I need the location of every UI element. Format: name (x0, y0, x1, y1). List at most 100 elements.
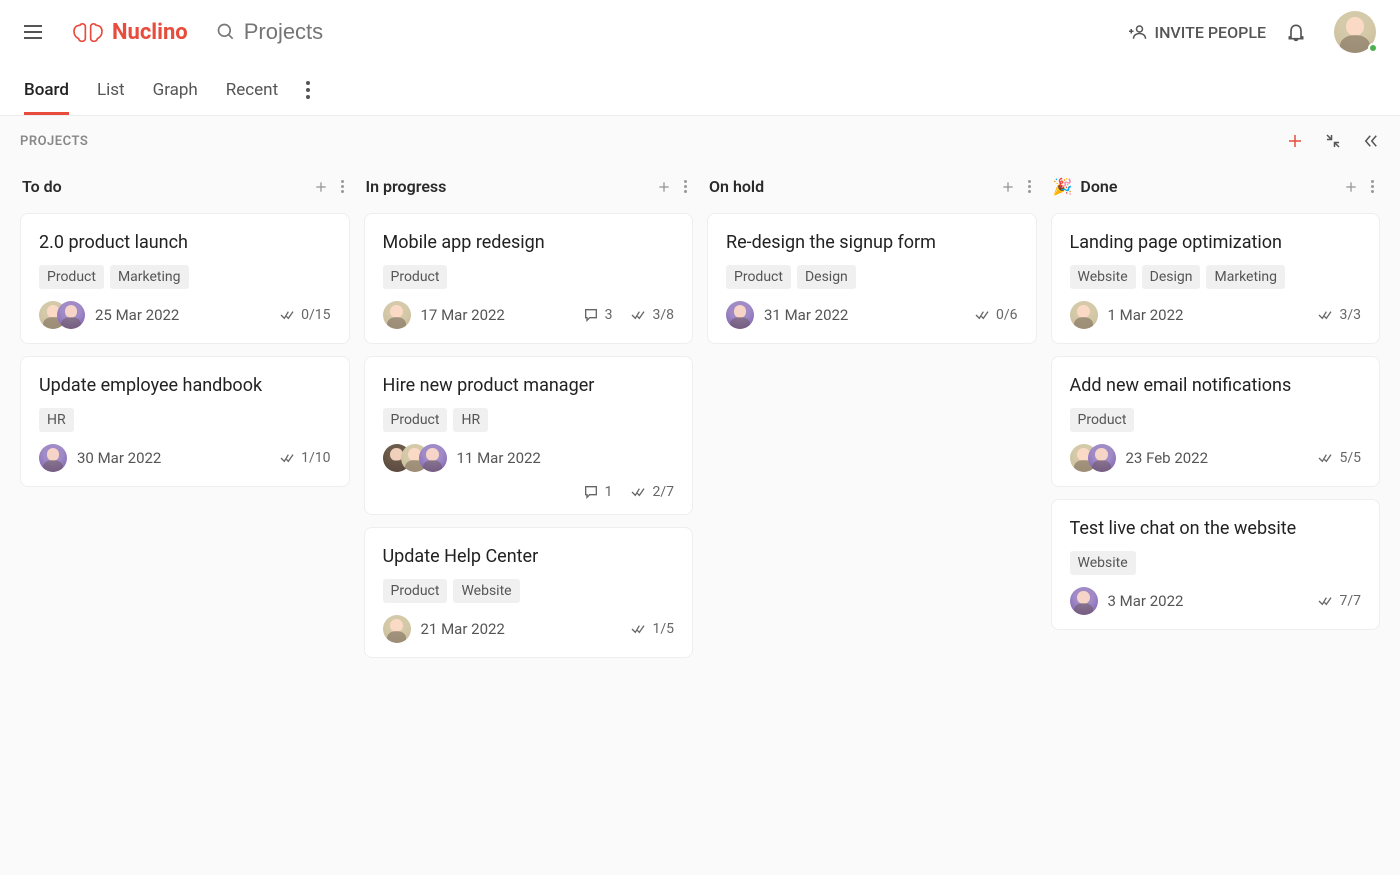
add-card-icon[interactable] (656, 179, 672, 195)
add-card-button[interactable] (1286, 132, 1304, 150)
card-tags: ProductHR (383, 408, 675, 432)
tag[interactable]: Product (383, 408, 448, 432)
menu-toggle[interactable] (24, 20, 48, 44)
board-toolbar: PROJECTS (0, 116, 1400, 158)
checklist-icon (279, 307, 295, 323)
user-avatar[interactable] (1334, 11, 1376, 53)
avatar[interactable] (383, 615, 411, 643)
card-date: 11 Mar 2022 (457, 449, 541, 467)
card-tags: HR (39, 408, 331, 432)
card[interactable]: Update employee handbookHR30 Mar 20221/1… (20, 356, 350, 487)
tabs-more[interactable] (306, 81, 310, 99)
avatar[interactable] (1088, 444, 1116, 472)
card[interactable]: 2.0 product launchProductMarketing25 Mar… (20, 213, 350, 344)
card-tags: WebsiteDesignMarketing (1070, 265, 1362, 289)
comments-count[interactable]: 3 (583, 307, 613, 323)
search[interactable] (216, 19, 464, 45)
tag[interactable]: Marketing (110, 265, 189, 289)
tag[interactable]: Product (383, 579, 448, 603)
avatar[interactable] (419, 444, 447, 472)
column-title[interactable]: In progress (366, 177, 649, 196)
column-title[interactable]: Done (1080, 177, 1335, 196)
brand-logo[interactable]: Nuclino (72, 20, 188, 45)
avatar[interactable] (1070, 301, 1098, 329)
assignee-avatars[interactable] (1070, 587, 1098, 615)
tag[interactable]: Website (1070, 265, 1136, 289)
column-header: 🎉Done (1051, 172, 1381, 201)
card[interactable]: Update Help CenterProductWebsite21 Mar 2… (364, 527, 694, 658)
tab-graph[interactable]: Graph (153, 64, 198, 115)
tag[interactable]: Product (1070, 408, 1135, 432)
card[interactable]: Test live chat on the websiteWebsite3 Ma… (1051, 499, 1381, 630)
avatar[interactable] (57, 301, 85, 329)
notifications-icon[interactable] (1286, 22, 1306, 42)
assignee-avatars[interactable] (383, 301, 411, 329)
tag[interactable]: Website (453, 579, 519, 603)
card[interactable]: Hire new product managerProductHR11 Mar … (364, 356, 694, 515)
assignee-avatars[interactable] (726, 301, 754, 329)
card-meta-right: 0/6 (974, 307, 1018, 323)
card[interactable]: Mobile app redesignProduct17 Mar 202233/… (364, 213, 694, 344)
column-more-icon[interactable] (680, 176, 691, 197)
card-meta: 23 Feb 20225/5 (1070, 444, 1362, 472)
avatar[interactable] (1070, 587, 1098, 615)
checklist-icon (630, 484, 646, 500)
breadcrumb[interactable]: PROJECTS (20, 134, 88, 149)
invite-people[interactable]: INVITE PEOPLE (1129, 23, 1266, 42)
checklist-progress[interactable]: 0/6 (974, 307, 1018, 323)
checklist-progress[interactable]: 5/5 (1317, 450, 1361, 466)
checklist-progress[interactable]: 3/8 (630, 307, 674, 323)
assignee-avatars[interactable] (39, 444, 67, 472)
tag[interactable]: HR (39, 408, 74, 432)
card-date: 31 Mar 2022 (764, 306, 848, 324)
tag[interactable]: HR (453, 408, 488, 432)
tag[interactable]: Product (39, 265, 104, 289)
checklist-progress[interactable]: 1/5 (630, 621, 674, 637)
avatar[interactable] (383, 301, 411, 329)
tag[interactable]: Design (1142, 265, 1201, 289)
checklist-progress[interactable]: 7/7 (1317, 593, 1361, 609)
brand-name: Nuclino (112, 20, 188, 45)
tab-recent[interactable]: Recent (226, 64, 278, 115)
tag[interactable]: Product (383, 265, 448, 289)
checklist-progress[interactable]: 2/7 (630, 484, 674, 500)
tag[interactable]: Marketing (1206, 265, 1285, 289)
card[interactable]: Add new email notificationsProduct23 Feb… (1051, 356, 1381, 487)
checklist-progress[interactable]: 3/3 (1317, 307, 1361, 323)
search-input[interactable] (244, 19, 464, 45)
checklist-progress[interactable]: 0/15 (279, 307, 330, 323)
tag[interactable]: Website (1070, 551, 1136, 575)
invite-label: INVITE PEOPLE (1155, 23, 1266, 42)
avatar[interactable] (726, 301, 754, 329)
column-more-icon[interactable] (1367, 176, 1378, 197)
assignee-avatars[interactable] (1070, 301, 1098, 329)
checklist-icon (1317, 450, 1333, 466)
comments-count[interactable]: 1 (583, 484, 613, 500)
column-more-icon[interactable] (1024, 176, 1035, 197)
collapse-icon[interactable] (1324, 132, 1342, 150)
assignee-avatars[interactable] (383, 615, 411, 643)
card[interactable]: Landing page optimizationWebsiteDesignMa… (1051, 213, 1381, 344)
assignee-avatars[interactable] (1070, 444, 1116, 472)
column: 🎉Done Landing page optimizationWebsiteDes… (1051, 172, 1381, 658)
checklist-progress[interactable]: 1/10 (279, 450, 330, 466)
assignee-avatars[interactable] (39, 301, 85, 329)
card-meta-right: 5/5 (1317, 450, 1361, 466)
column-more-icon[interactable] (337, 176, 348, 197)
chevrons-left-icon[interactable] (1362, 132, 1380, 150)
tab-list[interactable]: List (97, 64, 125, 115)
person-add-icon (1129, 23, 1147, 41)
assignee-avatars[interactable] (383, 444, 447, 472)
column-title[interactable]: To do (22, 177, 305, 196)
add-card-icon[interactable] (1000, 179, 1016, 195)
tag[interactable]: Design (797, 265, 856, 289)
add-card-icon[interactable] (1343, 179, 1359, 195)
add-card-icon[interactable] (313, 179, 329, 195)
avatar[interactable] (39, 444, 67, 472)
column-title[interactable]: On hold (709, 177, 992, 196)
tab-board[interactable]: Board (24, 64, 69, 115)
card-date: 30 Mar 2022 (77, 449, 161, 467)
card[interactable]: Re-design the signup formProductDesign31… (707, 213, 1037, 344)
tag[interactable]: Product (726, 265, 791, 289)
brain-icon (72, 20, 104, 44)
